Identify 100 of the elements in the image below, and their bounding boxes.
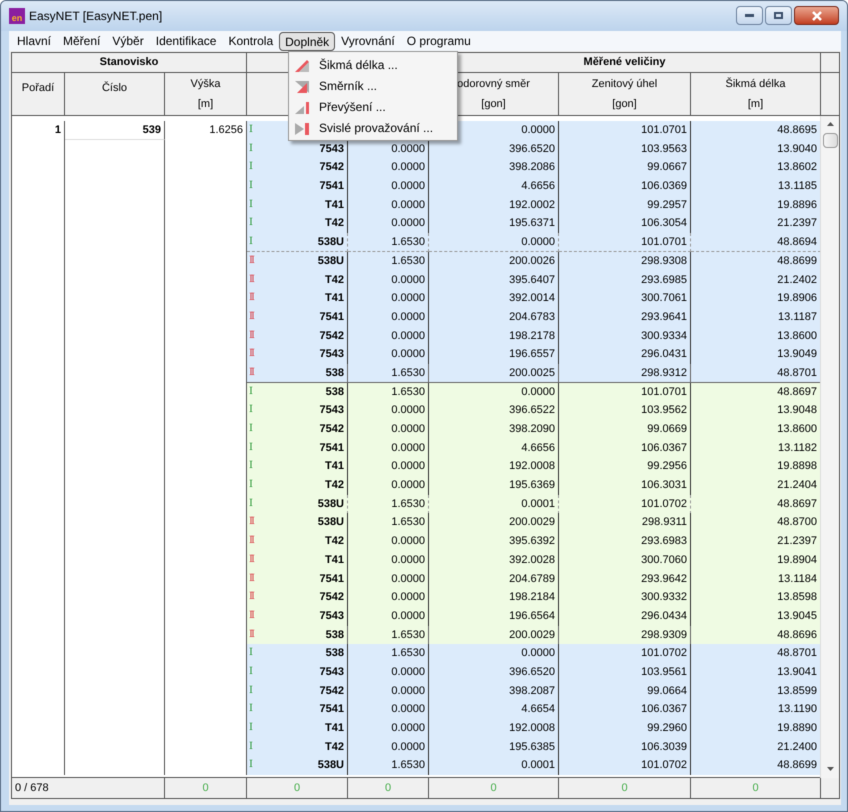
scrollbar[interactable] xyxy=(820,116,839,778)
menu-item[interactable]: Identifikace xyxy=(150,32,222,50)
scroll-up-icon[interactable] xyxy=(826,122,834,126)
table-cell: 0.0000 xyxy=(391,479,425,492)
face-mark: I xyxy=(249,646,251,660)
table-cell-text: 7541 xyxy=(320,572,344,586)
status-text: 0 xyxy=(621,780,628,796)
table-cell: 19.8906 xyxy=(777,292,817,304)
table-cell: 300.9334 xyxy=(641,330,687,342)
table-cell: 0.0000 xyxy=(521,647,555,660)
menu-item[interactable]: O programu xyxy=(400,32,477,50)
menu-option[interactable]: Svislé provažování ... xyxy=(289,117,457,138)
table-cell: 19.8904 xyxy=(777,554,817,566)
table-cell: 395.6407 xyxy=(509,274,555,286)
menu-item[interactable]: Hlavní xyxy=(11,32,58,50)
table-cell: 1 xyxy=(54,124,61,136)
table-cell: 192.0008 xyxy=(509,460,555,472)
table-cell-text: T42 xyxy=(325,216,344,232)
table-cell: 13.9040 xyxy=(777,142,817,155)
table-cell: 0.0000 xyxy=(391,180,425,192)
face-mark: II xyxy=(249,254,253,268)
table-cell: 1.6530 xyxy=(391,498,425,510)
table-cell: 0.0000 xyxy=(391,572,425,584)
table-cell: 392.0028 xyxy=(509,554,555,566)
table-cell: 101.0701 xyxy=(641,124,687,136)
table-cell-text: T42 xyxy=(325,534,344,550)
status-text: 0 / 678 xyxy=(15,780,49,796)
maximize-icon xyxy=(774,12,783,19)
table-cell-text: 7542 xyxy=(320,328,344,344)
table-cell-text: T42 xyxy=(325,272,344,288)
table-cell: 21.2397 xyxy=(777,217,817,230)
menu-item[interactable]: Vyrovnání xyxy=(335,32,401,50)
table-cell-text: 7543 xyxy=(320,142,344,157)
table-cell: 99.2957 xyxy=(647,198,687,211)
menu-item[interactable]: Měření xyxy=(57,32,106,50)
table-cell: 293.6985 xyxy=(641,274,687,286)
face-mark: II xyxy=(249,366,253,380)
table-cell: 0.0000 xyxy=(391,684,425,697)
menu-item[interactable]: Doplněk xyxy=(279,32,336,50)
face-mark: II xyxy=(249,291,253,306)
table-cell: 4.6656 xyxy=(521,442,555,454)
table-cell: 392.0014 xyxy=(509,292,555,304)
table-cell: 48.8699 xyxy=(777,254,817,267)
table-cell: 0.0000 xyxy=(391,442,425,454)
face-mark: I xyxy=(249,702,251,716)
face-mark: I xyxy=(249,664,251,679)
table-cell-text: T41 xyxy=(325,721,344,736)
column-header: Šikmá délka xyxy=(726,76,786,92)
table-cell: 0.0000 xyxy=(391,330,425,342)
status-text: 0 xyxy=(384,780,392,796)
table-cell: 101.0701 xyxy=(641,386,687,398)
table-cell: 99.0667 xyxy=(647,161,687,174)
face-mark: I xyxy=(249,684,251,698)
table-cell-text: 538 xyxy=(326,628,344,643)
table-cell: 298.9311 xyxy=(642,516,687,528)
table-cell: 192.0008 xyxy=(509,722,555,734)
table-cell: 0.0000 xyxy=(391,142,425,155)
table-cell: 0.0000 xyxy=(391,610,425,622)
maximize-button[interactable] xyxy=(765,6,792,25)
table-cell: 106.3054 xyxy=(641,217,687,230)
table-cell: 296.0434 xyxy=(641,610,687,622)
table-cell: 13.8600 xyxy=(777,330,817,342)
scroll-down-icon[interactable] xyxy=(826,767,834,771)
table-cell: 13.9049 xyxy=(777,348,817,360)
menu-item[interactable]: Kontrola xyxy=(222,32,280,50)
table-cell: 19.8890 xyxy=(777,722,817,734)
menu-option[interactable]: Šikmá délka ... xyxy=(289,54,457,75)
table-cell-text: 538U xyxy=(318,758,344,774)
menu-option[interactable]: Převýšení ... xyxy=(289,96,457,117)
face-mark: I xyxy=(249,160,251,174)
table-cell: 13.9041 xyxy=(777,666,817,678)
window-title: EasyNET [EasyNET.pen] xyxy=(29,8,162,25)
table-cell: 0.0000 xyxy=(391,722,425,734)
table-cell: 106.3039 xyxy=(641,740,687,753)
table-cell: 198.2184 xyxy=(509,591,555,604)
column-header: Zenitový úhel xyxy=(592,76,658,92)
table-cell: 99.0669 xyxy=(647,423,687,435)
minimize-button[interactable] xyxy=(736,6,763,25)
table-cell: 13.8602 xyxy=(777,161,817,174)
table-cell: 298.9308 xyxy=(641,254,687,267)
menu-item[interactable]: Výběr xyxy=(106,32,150,50)
table-cell: 0.0000 xyxy=(521,386,555,398)
scroll-thumb[interactable] xyxy=(822,133,838,148)
table-cell: 1.6530 xyxy=(391,647,425,660)
table-cell: 398.2087 xyxy=(509,684,555,697)
table-cell-text: T42 xyxy=(325,740,344,755)
face-mark: II xyxy=(249,590,253,604)
table-cell: 0.0000 xyxy=(391,274,425,286)
table-cell: 0.0000 xyxy=(391,535,425,548)
table-cell: 13.8598 xyxy=(777,591,817,604)
menu-option[interactable]: Směrník ... xyxy=(289,75,457,96)
face-mark: II xyxy=(249,310,253,324)
table-cell-text: 7543 xyxy=(320,664,344,680)
table-cell: 0.0000 xyxy=(391,666,425,678)
table-cell: 103.9563 xyxy=(641,142,687,155)
close-button[interactable] xyxy=(794,6,839,25)
face-mark: II xyxy=(249,608,253,623)
table-cell: 196.6557 xyxy=(509,348,555,360)
table-cell: 195.6385 xyxy=(509,740,555,753)
column-header: Číslo xyxy=(102,80,128,96)
